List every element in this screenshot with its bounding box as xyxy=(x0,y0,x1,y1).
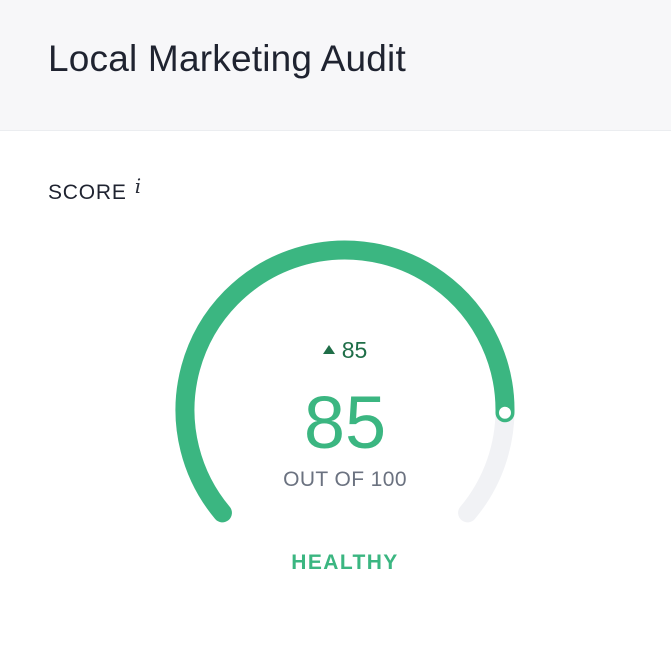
gauge-end-marker xyxy=(498,406,511,419)
score-delta: 85 xyxy=(300,337,390,364)
audit-page: Local Marketing Audit SCORE i 85 85 OUT … xyxy=(0,0,671,671)
delta-value: 85 xyxy=(341,337,368,363)
score-status: HEALTHY xyxy=(291,551,399,574)
score-value: 85 xyxy=(303,381,387,464)
triangle-up-icon xyxy=(322,345,335,354)
score-out-of: OUT OF 100 xyxy=(283,468,407,491)
